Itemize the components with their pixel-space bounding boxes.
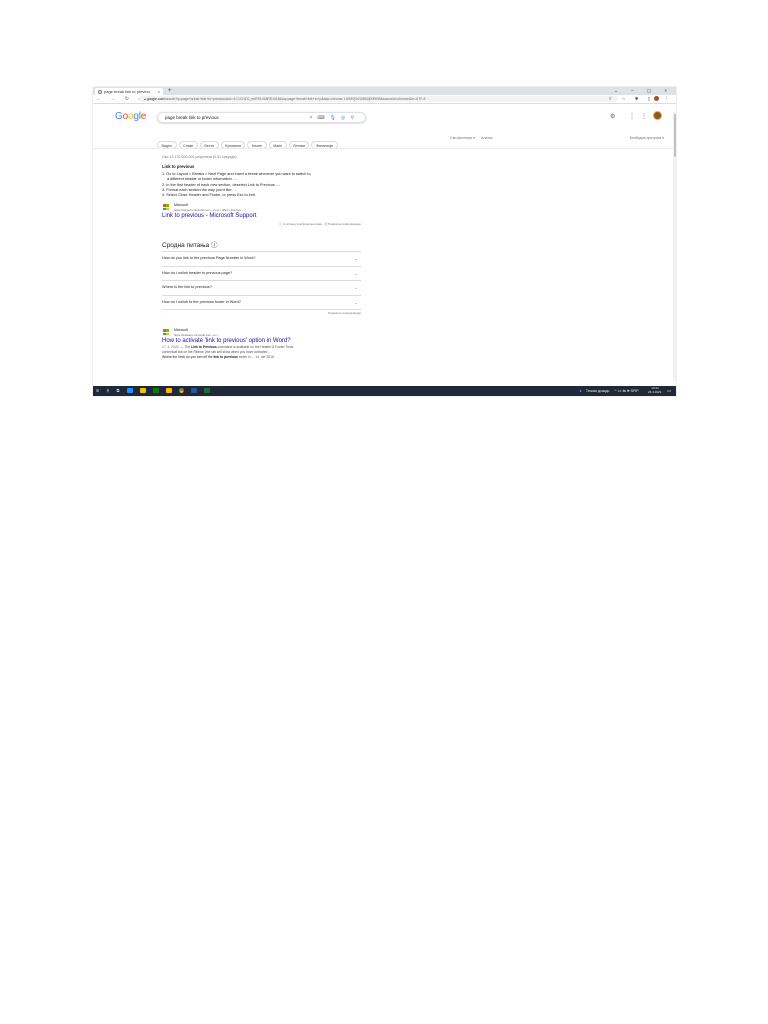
chevron-down-icon: ⌄ (354, 285, 358, 291)
logo-letter: G (115, 111, 123, 122)
tray-icons[interactable]: ^ ▭ ⇆ 🕪 SRP (615, 388, 639, 393)
chevron-down-icon: ⌄ (354, 256, 358, 262)
google-logo[interactable]: Google (115, 111, 146, 122)
windows-taskbar: ⊞ ⚲ ⧉ 🌢︎ Тежак дождь ^ ▭ ⇆ 🕪 SRP 10:41 26.… (93, 386, 676, 396)
question-text: How do you link to the previous Page Num… (162, 256, 256, 261)
weather-icon[interactable]: 🌢︎ (579, 388, 581, 393)
question-text: Where is the link to previous? (162, 285, 212, 290)
result-source[interactable]: Microsoft https://support.microsoft.com … (162, 203, 361, 212)
results-column: Око 13.170.000.000 резултата (0,51 секун… (162, 153, 361, 359)
chevron-down-icon: ⌄ (354, 299, 358, 305)
question-text: How do I unlink header to previous page? (162, 270, 233, 275)
question-row[interactable]: How do you link to the previous Page Num… (162, 252, 361, 267)
all-filters-button[interactable]: Сви филтери ▾ (450, 136, 475, 140)
people-also-ask-list: How do you link to the previous Page Num… (162, 251, 361, 311)
window-controls[interactable]: ⌄ – ▢ × (614, 87, 673, 95)
snippet-feedback[interactable]: ⓘ О истакнутим фрагментима · ▣ Повратне … (162, 222, 361, 226)
start-icon[interactable]: ⊞ (96, 386, 99, 396)
question-row[interactable]: Where is the link to previous? ⌄ (162, 281, 361, 296)
microsoft-logo-icon (163, 329, 169, 336)
weather-text[interactable]: Тежак дождь (586, 388, 610, 393)
clock-date: 26.4.2023. (647, 389, 663, 394)
site-name: Microsoft (174, 203, 188, 208)
word-icon[interactable] (191, 388, 198, 393)
microphone-icon[interactable]: 🎙︎ (330, 115, 341, 121)
paa-feedback[interactable]: Повратне информације (162, 311, 361, 315)
snippet-bold: link to previous (213, 354, 238, 359)
clock[interactable]: 10:41 26.4.2023. (644, 387, 662, 394)
result-2: Microsoft https://answers.microsoft.com … (162, 328, 361, 359)
chrome-icon[interactable] (179, 388, 185, 393)
system-tray: 🌢︎ Тежак дождь ^ ▭ ⇆ 🕪 SRP 10:41 26.4.2023… (575, 386, 671, 396)
profile-avatar[interactable] (654, 96, 660, 101)
question-text: How do I unlink to the previous footer i… (162, 299, 241, 304)
site-url: https://answers.microsoft.com › en ⋮ (174, 332, 221, 337)
result-snippet: 17. 4. 2020. — The Link to Previous comm… (162, 345, 361, 359)
excel-icon[interactable] (204, 388, 211, 393)
file-explorer-icon[interactable] (139, 388, 146, 393)
camera-icon[interactable]: ◎ (341, 115, 350, 121)
scrollbar-thumb[interactable] (673, 114, 676, 157)
notification-icon[interactable]: ▭ (667, 388, 671, 393)
question-row[interactable]: How do I unlink header to previous page?… (162, 267, 361, 282)
tab-close-icon[interactable]: × (158, 88, 160, 95)
people-also-ask-title: Сродна питања ⓘ (162, 242, 218, 250)
screenshot-window: page break link to previous - Go × + ⌄ –… (93, 87, 676, 396)
tab-title: page break link to previous - Go (104, 89, 150, 94)
search-box[interactable]: page break link to previous ×⌨🎙︎◎⚲ (157, 112, 366, 123)
keyboard-icon[interactable]: ⌨ (317, 115, 329, 121)
google-header: Google page break link to previous ×⌨🎙︎◎… (93, 104, 676, 132)
featured-snippet-title: Link to previous (162, 164, 195, 169)
snippet-text: — The (179, 345, 192, 350)
site-url: https://support.microsoft.com › en-us › … (174, 207, 247, 212)
new-tab-button[interactable]: + (168, 87, 172, 95)
header-actions[interactable]: ⚙ ⋮⋮ (610, 111, 662, 120)
search-icon[interactable]: ⚲ (350, 115, 359, 121)
result-stats: Око 13.170.000.000 резултата (0,51 секун… (162, 155, 237, 159)
snippet-text: command is available on the Header & Foo… (216, 345, 294, 350)
url-domain: google.com (146, 97, 165, 101)
search-box-icons: ×⌨🎙︎◎⚲ (309, 113, 359, 123)
store-icon[interactable] (152, 388, 159, 393)
search-icon[interactable]: ⚲ (106, 386, 109, 396)
tools-button[interactable]: Алатке (481, 136, 493, 140)
snippet-text: footer in ... 14. окт 2016. (237, 354, 275, 359)
browser-toolbar: ← → ↻ ⌂ 🔒︎ google.com/search?q=page+brea… (93, 95, 676, 104)
result-title-link[interactable]: Link to previous - Microsoft Support (162, 213, 361, 219)
safesearch-button[interactable]: Безбедна претрага ▾ (630, 134, 664, 142)
search-query[interactable]: page break link to previous (165, 113, 219, 123)
result-source[interactable]: Microsoft https://answers.microsoft.com … (162, 328, 361, 337)
search-chips: Видео Слике Вести Куповина Књиге Мапе Летови Фи… (157, 134, 340, 149)
snippet-text: contextual tab on the Ribbon (the tab wi… (162, 350, 272, 355)
settings-apps-icons[interactable]: ⚙ ⋮⋮ (610, 114, 653, 120)
snippet-step: 4. Select Close Header and Footer, or pr… (162, 193, 256, 198)
navigation-buttons[interactable]: ← → ↻ ⌂ (96, 95, 145, 103)
snippet-text[interactable]: Where the heck do you turn off the (162, 355, 213, 359)
toolbar-icons[interactable]: ⇪ ☆ ✱ ▯ ⋮ (608, 95, 673, 103)
url-path: /search?q=page+break+link+to+previous&rl… (164, 97, 426, 101)
account-avatar[interactable] (653, 111, 662, 120)
task-view-icon[interactable]: ⧉ (117, 386, 120, 396)
tab-strip: page break link to previous - Go × + ⌄ –… (93, 87, 676, 95)
result-date: 17. 4. 2020. (162, 345, 180, 350)
header-divider (93, 148, 676, 149)
taskbar-apps: ⊞ ⚲ ⧉ (96, 386, 216, 396)
featured-snippet-list: 1. Go to Layout > Breaks > Next Page and… (162, 172, 361, 198)
browser-tab[interactable]: page break link to previous - Go × (95, 88, 163, 95)
site-name: Microsoft (174, 328, 188, 333)
google-favicon-icon (98, 89, 102, 94)
result-title-link[interactable]: How to activate 'link to previous' optio… (162, 338, 361, 344)
chevron-down-icon: ⌄ (354, 270, 358, 276)
filters-tools: Сви филтери ▾ Алатке (450, 134, 499, 142)
address-bar[interactable]: 🔒︎ google.com/search?q=page+break+link+t… (139, 96, 618, 102)
logo-letter: e (140, 111, 147, 122)
snippet-bold: Link to Previous (191, 345, 217, 350)
microsoft-logo-icon (163, 204, 169, 211)
edge-icon[interactable] (126, 388, 133, 393)
question-row[interactable]: How do I unlink to the previous footer i… (162, 296, 361, 311)
toolbar-icons-text: ⇪ ☆ ✱ ▯ (608, 96, 655, 101)
sticky-notes-icon[interactable] (165, 388, 172, 393)
